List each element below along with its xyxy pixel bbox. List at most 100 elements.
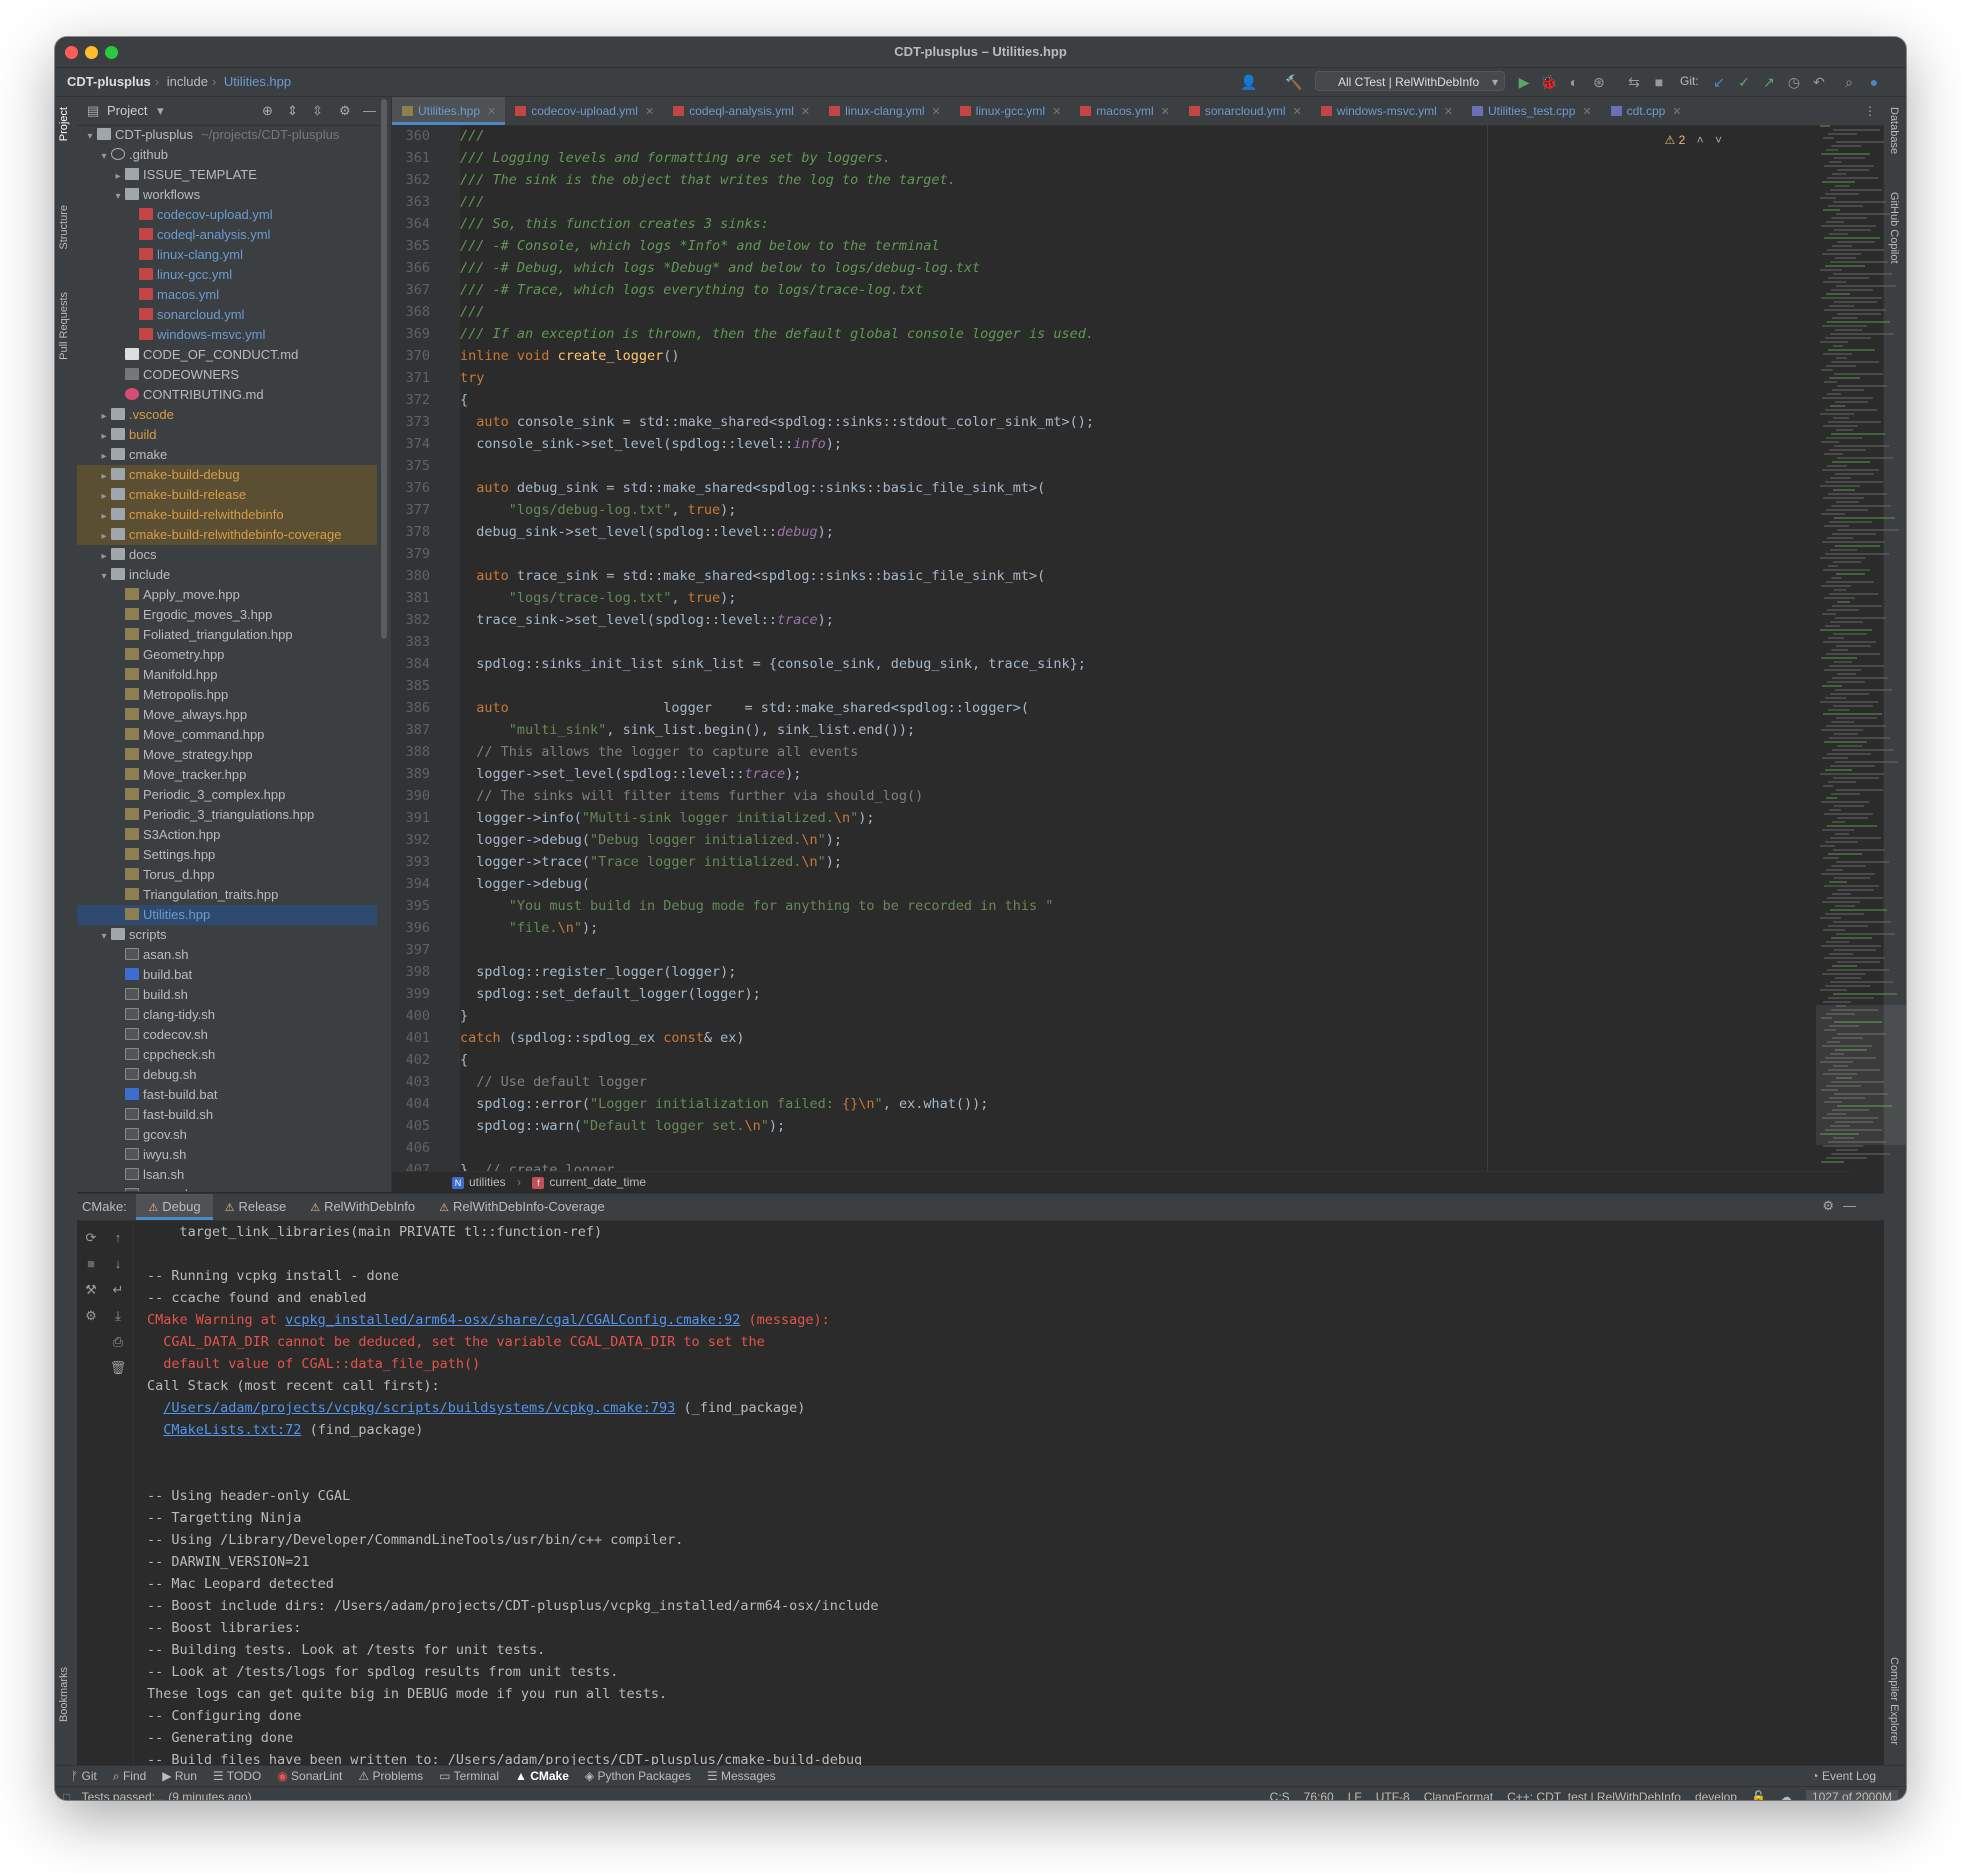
status-message[interactable]: Tests passed:... (9 minutes ago) [82,1790,252,1800]
tree-item[interactable]: Move_tracker.hpp [77,765,377,785]
close-icon[interactable]: ✕ [801,106,810,118]
tree-item[interactable]: build.bat [77,965,377,985]
tree-item[interactable]: linux-gcc.yml [77,265,377,285]
code-line[interactable]: 397 [392,939,1832,961]
chevron-right-icon[interactable]: ▸ [97,527,111,547]
chevron-up-icon[interactable]: ˄ [1697,133,1704,147]
output-link[interactable]: vcpkg_installed/arm64-osx/share/cgal/CGA… [285,1312,740,1328]
tree-item[interactable]: macos.yml [77,285,377,305]
code-line[interactable]: 361 /// Logging levels and formatting are… [392,147,1832,169]
warning-indicator[interactable]: ⚠ 2 ˄ ˅ [1664,133,1722,147]
toolwindow-terminal[interactable]: ▭ Terminal [439,1766,499,1786]
tree-item[interactable]: ▸ cmake-build-debug [77,465,377,485]
chevron-down-icon[interactable]: ˅ [1715,133,1722,147]
cmake-settings-icon[interactable]: ⚒ [82,1281,100,1299]
code-line[interactable]: 393 logger->trace("Trace logger initiali… [392,851,1832,873]
tree-item[interactable]: Move_command.hpp [77,725,377,745]
code-line[interactable]: 366 /// -# Debug, which logs *Debug* and … [392,257,1832,279]
code-line[interactable]: 368 /// [392,301,1832,323]
coverage-icon[interactable]: ◐ [1565,73,1583,91]
chevron-right-icon[interactable]: ▸ [97,507,111,527]
tree-item[interactable]: build.sh [77,985,377,1005]
search-icon[interactable]: ⌕ [1840,73,1858,91]
toolwindow-cmake[interactable]: ▲ CMake [515,1766,569,1786]
project-scrollbar[interactable] [381,99,387,639]
event-log-button[interactable]: ◔ Event Log [1811,1766,1876,1786]
code-line[interactable]: 376 auto debug_sink = std::make_shared<s… [392,477,1832,499]
project-tool-button[interactable]: Project [58,107,70,141]
update-icon[interactable]: ● [1865,73,1883,91]
code-line[interactable]: 388 // This allows the logger to capture… [392,741,1832,763]
tree-item[interactable]: Geometry.hpp [77,645,377,665]
toolwindow-run[interactable]: ▶ Run [162,1766,197,1786]
code-line[interactable]: 372 { [392,389,1832,411]
status-item[interactable]: C:S [1270,1790,1290,1800]
memory-indicator[interactable]: 1027 of 2000M [1805,1790,1898,1800]
close-icon[interactable]: ✕ [1161,106,1170,118]
code-line[interactable]: 399 spdlog::set_default_logger(logger); [392,983,1832,1005]
close-icon[interactable]: ✕ [1293,106,1302,118]
tree-item[interactable]: codeql-analysis.yml [77,225,377,245]
close-icon[interactable]: ✕ [932,106,941,118]
tree-item[interactable]: asan.sh [77,945,377,965]
code-line[interactable]: 375 [392,455,1832,477]
code-minimap[interactable] [1816,125,1906,1171]
crumb-folder[interactable]: include [167,74,208,89]
close-icon[interactable]: ✕ [487,106,496,118]
scroll-to-end-icon[interactable]: ⤓ [109,1307,127,1325]
crumb-file[interactable]: Utilities.hpp [224,74,291,89]
code-line[interactable]: 404 spdlog::error("Logger initialization… [392,1093,1832,1115]
code-line[interactable]: 395 "You must build in Debug mode for an… [392,895,1832,917]
crumb-project[interactable]: CDT-plusplus [67,74,151,89]
chevron-right-icon[interactable]: ▸ [97,547,111,567]
tree-item[interactable]: ▾ CDT-plusplus ~/projects/CDT-plusplus [77,125,377,145]
code-line[interactable]: 400} [392,1005,1832,1027]
namespace-crumb[interactable]: utilities [469,1175,506,1189]
run-icon[interactable]: ▶ [1515,73,1533,91]
code-line[interactable]: 377 "logs/debug-log.txt", true); [392,499,1832,521]
reload-icon[interactable]: ⟳ [82,1229,100,1247]
code-line[interactable]: 382 trace_sink->set_level(spdlog::level:… [392,609,1832,631]
editor-tab[interactable]: cdt.cpp ✕ [1601,97,1691,125]
tree-item[interactable]: Triangulation_traits.hpp [77,885,377,905]
tree-item[interactable]: sonarcloud.yml [77,305,377,325]
chevron-right-icon[interactable]: ▸ [97,487,111,507]
history-icon[interactable]: ◷ [1785,73,1803,91]
chevron-down-icon[interactable]: ▾ [83,127,97,147]
code-line[interactable]: 396 "file.\n"); [392,917,1832,939]
gear-icon[interactable]: ⚙ [339,97,351,125]
code-line[interactable]: 365 /// -# Console, which logs *Info* and… [392,235,1832,257]
tree-item[interactable]: Manifold.hpp [77,665,377,685]
status-item[interactable]: LF [1348,1790,1362,1800]
editor-tab[interactable]: sonarcloud.yml ✕ [1179,97,1311,125]
tree-item[interactable]: ▸ cmake-build-relwithdebinfo [77,505,377,525]
close-icon[interactable]: ✕ [645,106,654,118]
tree-item[interactable]: gcov.sh [77,1125,377,1145]
code-line[interactable]: 369 /// If an exception is thrown, then t… [392,323,1832,345]
close-icon[interactable]: ✕ [1052,106,1061,118]
toolwindow-sonarlint[interactable]: ◉ SonarLint [277,1766,342,1786]
output-link[interactable]: /Users/adam/projects/vcpkg/scripts/build… [163,1400,675,1416]
attach-icon[interactable]: ⇆ [1625,73,1643,91]
chevron-down-icon[interactable]: ▾ [157,103,164,118]
tree-item[interactable]: ▾ workflows [77,185,377,205]
minimap-viewport[interactable] [1816,1005,1906,1145]
tree-item[interactable]: fast-build.bat [77,1085,377,1105]
status-item[interactable]: develop [1695,1790,1737,1800]
cmake-profile-tab[interactable]: ⚠ Debug [136,1194,213,1220]
run-configuration-select[interactable]: All CTest | RelWithDebInfo ▾ [1315,71,1505,91]
structure-tool-button[interactable]: Structure [58,205,70,250]
tree-item[interactable]: ▾ .github [77,145,377,165]
editor-tab[interactable]: codeql-analysis.yml ✕ [663,97,819,125]
stop-icon[interactable]: ■ [82,1255,100,1273]
chevron-down-icon[interactable]: ▾ [97,567,111,587]
code-line[interactable]: 379 [392,543,1832,565]
more-tabs-icon[interactable]: ⋮ [1864,97,1876,125]
code-line[interactable]: 394 logger->debug( [392,873,1832,895]
close-icon[interactable]: ✕ [1672,106,1681,118]
code-line[interactable]: 380 auto trace_sink = std::make_shared<s… [392,565,1832,587]
code-line[interactable]: 386 auto logger = std::make_shared<spdlo… [392,697,1832,719]
chevron-down-icon[interactable]: ▾ [111,187,125,207]
code-line[interactable]: 407} // create_logger [392,1159,1832,1171]
tree-item[interactable]: ▸ cmake-build-relwithdebinfo-coverage [77,525,377,545]
